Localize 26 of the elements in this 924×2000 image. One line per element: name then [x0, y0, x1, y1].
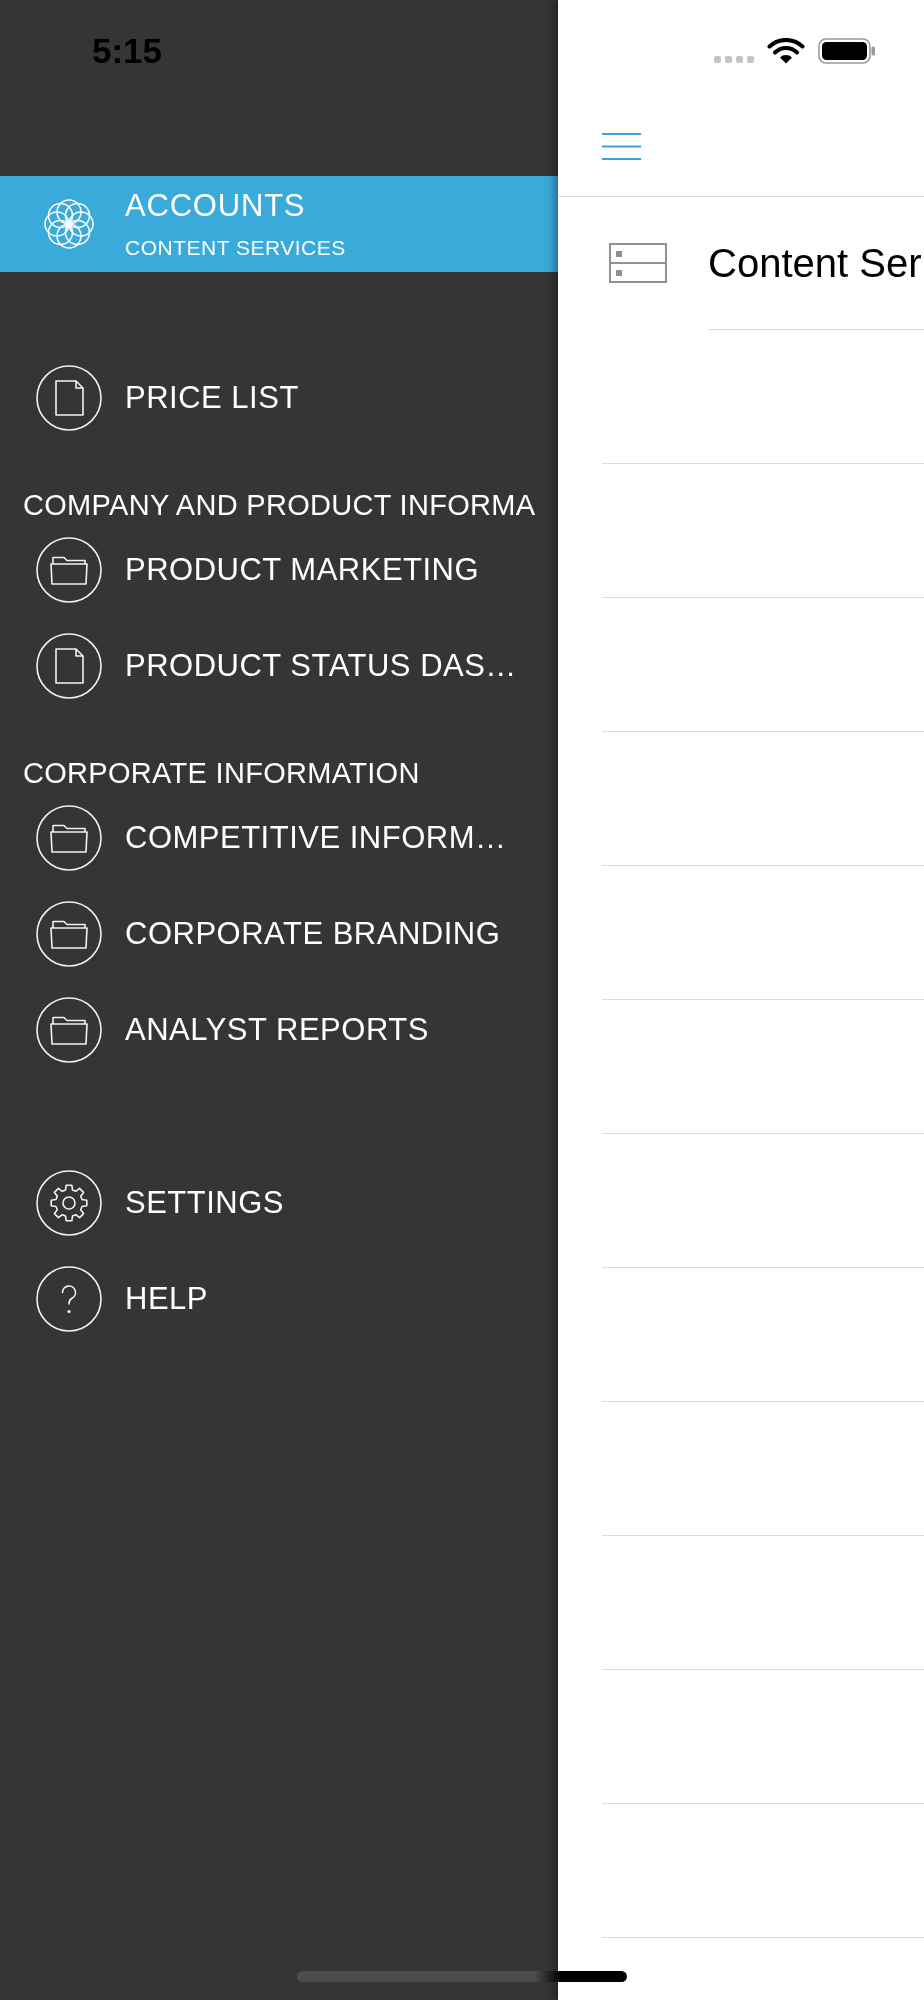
menu-item[interactable]: COMPETITIVE INFORM… [0, 790, 558, 886]
menu-item[interactable]: ANALYST REPORTS [0, 982, 558, 1078]
menu-item[interactable]: PRODUCT STATUS DAS… [0, 618, 558, 714]
folder-icon [36, 537, 102, 603]
section-header: CORPORATE INFORMATION [22, 756, 421, 790]
menu-item[interactable]: CORPORATE BRANDING [0, 886, 558, 982]
section-header: COMPANY AND PRODUCT INFORMA [22, 488, 537, 522]
account-title: ACCOUNTS [125, 188, 307, 224]
menu-item[interactable]: SETTINGS [0, 1155, 558, 1251]
gear-icon [36, 1170, 102, 1236]
document-icon [36, 633, 102, 699]
menu-item[interactable]: HELP [0, 1251, 558, 1347]
battery-icon [818, 38, 875, 64]
menu-icon[interactable] [602, 133, 641, 160]
account-subtitle: CONTENT SERVICES [125, 236, 346, 260]
menu-item[interactable]: PRICE LIST [0, 350, 558, 446]
menu-item[interactable]: PRODUCT MARKETING [0, 522, 558, 618]
document-icon [36, 365, 102, 431]
help-icon [36, 1266, 102, 1332]
folder-icon [36, 901, 102, 967]
signal-icon [714, 56, 755, 63]
folder-icon [36, 805, 102, 871]
list-item[interactable]: Content Ser [558, 197, 924, 329]
wifi-icon [767, 38, 805, 64]
folder-icon [36, 997, 102, 1063]
server-icon [609, 243, 667, 283]
